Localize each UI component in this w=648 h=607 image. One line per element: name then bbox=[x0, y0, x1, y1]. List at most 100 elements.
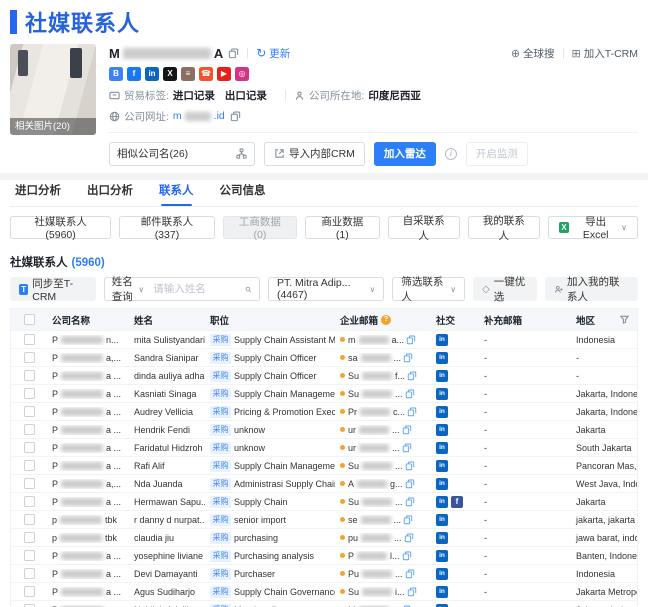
row-checkbox[interactable] bbox=[23, 334, 35, 345]
row-checkbox[interactable] bbox=[23, 496, 35, 507]
name-query-dropdown[interactable]: 姓名查询 ∨ bbox=[112, 274, 144, 304]
copy-icon[interactable] bbox=[402, 551, 412, 561]
copy-icon[interactable] bbox=[406, 335, 416, 345]
copy-icon[interactable] bbox=[404, 533, 414, 543]
row-checkbox[interactable] bbox=[23, 532, 35, 543]
linkedin-icon[interactable]: in bbox=[436, 477, 448, 490]
linkedin-icon[interactable]: in bbox=[436, 351, 448, 364]
row-checkbox[interactable] bbox=[23, 478, 35, 489]
copy-icon[interactable] bbox=[402, 425, 412, 435]
copy-icon[interactable] bbox=[407, 371, 417, 381]
table-row[interactable]: Pa ... dinda auliya adha 采购 Supply Chain … bbox=[11, 366, 637, 384]
company-photo[interactable]: 相关图片(20) bbox=[10, 44, 96, 135]
quick-select-button[interactable]: ◇ 一键优选 bbox=[473, 276, 537, 303]
row-checkbox[interactable] bbox=[23, 442, 35, 453]
tab-0[interactable]: 进口分析 bbox=[15, 182, 61, 206]
tab-2[interactable]: 联系人 bbox=[159, 182, 194, 206]
facebook-icon[interactable]: f bbox=[451, 495, 463, 508]
contact-type-chip-0[interactable]: 社媒联系人(5960) bbox=[10, 216, 112, 241]
export-excel-button[interactable]: X 导出 Excel ∨ bbox=[547, 216, 639, 241]
filter-contacts-dropdown[interactable]: 筛选联系人 ∨ bbox=[392, 276, 466, 303]
trade-tag-export[interactable]: 出口记录 bbox=[225, 88, 267, 103]
copy-icon[interactable] bbox=[402, 443, 412, 453]
contact-type-chip-1[interactable]: 邮件联系人(337) bbox=[119, 216, 215, 241]
table-row[interactable]: p tbk claudia jiu 采购 purchasing pu... in -… bbox=[11, 528, 637, 546]
row-checkbox[interactable] bbox=[23, 406, 35, 417]
linkedin-icon[interactable]: in bbox=[436, 495, 448, 508]
row-checkbox[interactable] bbox=[23, 586, 35, 597]
table-row[interactable]: Pa ... Devi Damayanti 采购 Purchaser Pu... … bbox=[11, 564, 637, 582]
row-checkbox[interactable] bbox=[23, 424, 35, 435]
linkedin-icon[interactable]: in bbox=[436, 333, 448, 346]
select-all-checkbox[interactable] bbox=[23, 314, 35, 325]
linkedin-icon[interactable]: in bbox=[436, 531, 448, 544]
global-search-button[interactable]: ⊕ 全球搜 bbox=[511, 46, 555, 61]
contact-type-chip-4[interactable]: 自采联系人 bbox=[387, 215, 460, 242]
blog-icon[interactable]: B bbox=[109, 67, 123, 81]
table-row[interactable]: Pa ... Audrey Vellicia 采购 Pricing & Promo… bbox=[11, 402, 637, 420]
sync-tcrm-button[interactable]: T 同步至T-CRM bbox=[10, 277, 96, 303]
contact-type-chip-5[interactable]: 我的联系人 bbox=[467, 215, 540, 242]
copy-icon[interactable] bbox=[228, 48, 239, 59]
copy-icon[interactable] bbox=[403, 515, 413, 525]
table-row[interactable]: Pa ... Hermawan Sapu... 采购 Supply Chain S… bbox=[11, 492, 637, 510]
table-row[interactable]: Pa ... Kasniati Sinaga 采购 Supply Chain Ma… bbox=[11, 384, 637, 402]
refresh-button[interactable]: ↻ 更新 bbox=[256, 46, 290, 61]
row-checkbox[interactable] bbox=[23, 460, 35, 471]
phone-icon[interactable]: ☎ bbox=[199, 67, 213, 81]
copy-icon[interactable] bbox=[407, 407, 417, 417]
table-row[interactable]: Pa ... yosephine liviane 采购 Purchasing an… bbox=[11, 546, 637, 564]
linkedin-icon[interactable]: in bbox=[436, 603, 448, 607]
add-my-contacts-button[interactable]: 加入我的联系人 bbox=[544, 276, 638, 303]
search-icon[interactable] bbox=[245, 284, 252, 295]
linkedin-icon[interactable]: in bbox=[436, 459, 448, 472]
table-row[interactable]: p tbk r danny d nurpat... 采购 senior import… bbox=[11, 510, 637, 528]
table-row[interactable]: Pa ... Nabilah Adellia 采购Merchandiser M.… bbox=[11, 600, 637, 607]
tab-3[interactable]: 公司信息 bbox=[220, 182, 266, 206]
instagram-icon[interactable]: ◎ bbox=[235, 67, 249, 81]
copy-icon[interactable] bbox=[405, 479, 415, 489]
table-row[interactable]: Pa ... Agus Sudiharjo 采购 Supply Chain Gov… bbox=[11, 582, 637, 600]
filter-icon[interactable] bbox=[620, 315, 629, 324]
join-radar-button[interactable]: 加入雷达 bbox=[373, 141, 436, 166]
table-row[interactable]: Pa ... Rafi Alif 采购 Supply Chain Manageme… bbox=[11, 456, 637, 474]
linkedin-icon[interactable]: in bbox=[436, 387, 448, 400]
info-icon[interactable]: i bbox=[444, 147, 457, 160]
row-checkbox[interactable] bbox=[23, 370, 35, 381]
table-row[interactable]: Pn... mita Sulistyandari 采购 Supply Chain … bbox=[11, 330, 637, 348]
table-row[interactable]: Pa,... Nda Juanda 采购 Administrasi Supply … bbox=[11, 474, 637, 492]
linkedin-icon[interactable]: in bbox=[436, 567, 448, 580]
table-row[interactable]: Pa ... Faridatul Hidzroh 采购 unknow ur... … bbox=[11, 438, 637, 456]
copy-icon[interactable] bbox=[405, 461, 415, 471]
contact-type-chip-2[interactable]: 工商数据(0) bbox=[222, 216, 298, 241]
company-select[interactable]: PT. Mitra Adip...(4467) ∨ bbox=[267, 277, 385, 301]
row-checkbox[interactable] bbox=[23, 388, 35, 399]
linkedin-icon[interactable]: in bbox=[436, 405, 448, 418]
copy-icon[interactable] bbox=[405, 497, 415, 507]
website-link[interactable]: m .id bbox=[173, 110, 225, 122]
linkedin-icon[interactable]: in bbox=[145, 67, 159, 81]
copy-icon[interactable] bbox=[407, 587, 417, 597]
name-search-input[interactable] bbox=[153, 283, 246, 295]
similar-companies-box[interactable]: 相似公司名(26) bbox=[109, 141, 255, 166]
copy-icon[interactable] bbox=[405, 389, 415, 399]
row-checkbox[interactable] bbox=[23, 568, 35, 579]
join-tcrm-button[interactable]: ⊞ 加入T-CRM bbox=[572, 46, 638, 61]
youtube-icon[interactable]: ▶ bbox=[217, 67, 231, 81]
linkedin-icon[interactable]: in bbox=[436, 423, 448, 436]
row-checkbox[interactable] bbox=[23, 514, 35, 525]
x-icon[interactable]: X bbox=[163, 67, 177, 81]
contact-type-chip-3[interactable]: 商业数据(1) bbox=[305, 216, 380, 241]
import-crm-button[interactable]: 导入内部CRM bbox=[264, 141, 365, 166]
linkedin-icon[interactable]: in bbox=[436, 369, 448, 382]
copy-icon[interactable] bbox=[405, 569, 415, 579]
copy-icon[interactable] bbox=[230, 111, 241, 122]
row-checkbox[interactable] bbox=[23, 352, 35, 363]
trade-tag-import[interactable]: 进口记录 bbox=[173, 88, 215, 103]
start-monitor-button[interactable]: 开启监测 bbox=[465, 141, 528, 166]
table-row[interactable]: Pa ... Hendrik Fendi 采购 unknow ur... in -… bbox=[11, 420, 637, 438]
facebook-icon[interactable]: f bbox=[127, 67, 141, 81]
tab-1[interactable]: 出口分析 bbox=[87, 182, 133, 206]
forum-icon[interactable]: ≡ bbox=[181, 67, 195, 81]
linkedin-icon[interactable]: in bbox=[436, 441, 448, 454]
